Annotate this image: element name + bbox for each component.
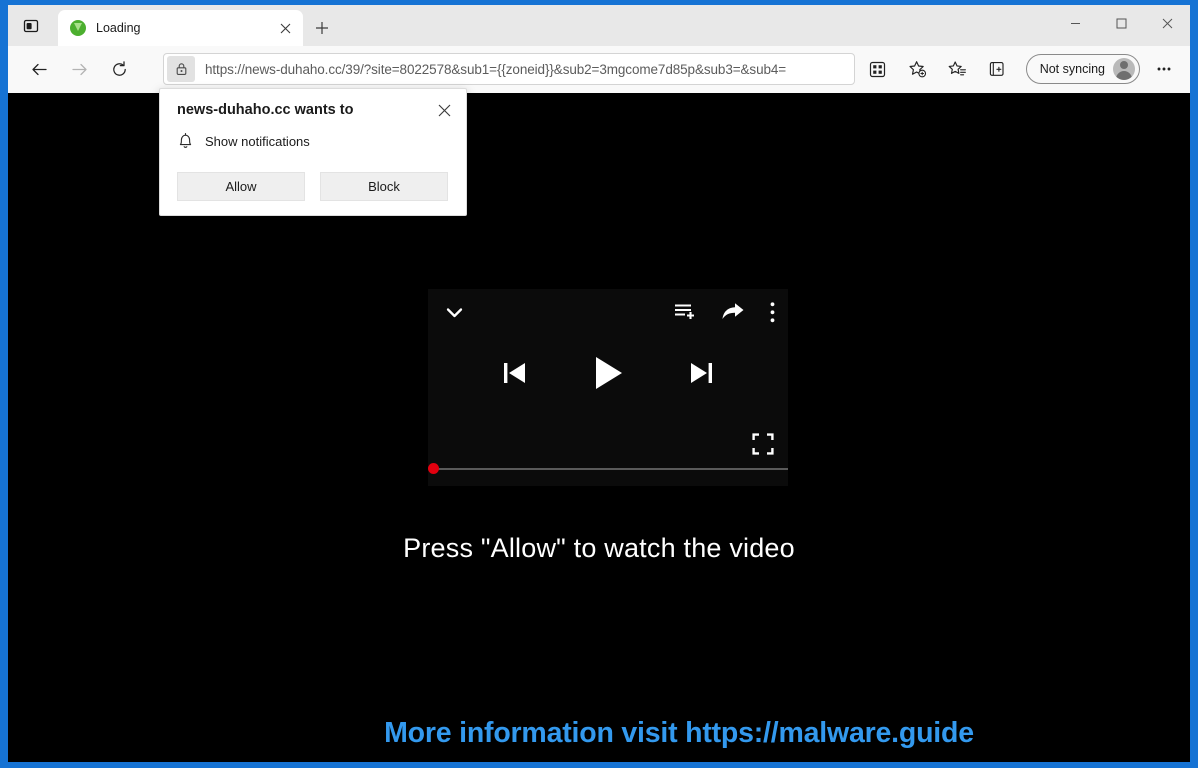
forward-button[interactable] bbox=[62, 53, 96, 87]
player-transport-controls bbox=[428, 355, 788, 391]
queue-plus-glyph bbox=[675, 304, 694, 319]
window-controls bbox=[1052, 5, 1190, 41]
player-progress-bar[interactable] bbox=[428, 462, 788, 476]
avatar bbox=[1113, 58, 1135, 80]
close-tab-icon[interactable] bbox=[273, 16, 297, 40]
close-window-icon bbox=[1162, 18, 1172, 28]
play-icon[interactable] bbox=[593, 355, 623, 391]
more-vertical-icon[interactable] bbox=[769, 301, 776, 324]
ellipsis-vertical-glyph bbox=[770, 301, 775, 322]
bell-icon bbox=[179, 133, 192, 148]
fullscreen-icon[interactable] bbox=[752, 433, 774, 460]
previous-track-icon[interactable] bbox=[502, 359, 527, 387]
url-text[interactable]: https://news-duhaho.cc/39/?site=8022578&… bbox=[205, 62, 786, 77]
close-popup-glyph bbox=[438, 104, 450, 116]
favorites-icon[interactable] bbox=[941, 52, 975, 86]
toolbar-right-icons: Not syncing bbox=[858, 52, 1184, 86]
add-favorite-icon[interactable] bbox=[901, 52, 935, 86]
chevron-down-icon[interactable] bbox=[442, 300, 467, 325]
minimize-icon bbox=[1070, 22, 1080, 24]
back-button[interactable] bbox=[22, 53, 56, 87]
browser-window: Loading https://news-duhaho.cc/39/?site=… bbox=[8, 5, 1190, 762]
tab-strip: Loading bbox=[8, 5, 1190, 46]
forward-arrow-icon bbox=[71, 63, 87, 76]
collections-glyph bbox=[990, 61, 1004, 76]
tab-actions-icon[interactable] bbox=[15, 12, 47, 40]
share-arrow-glyph bbox=[722, 303, 744, 319]
plus-glyph bbox=[316, 22, 328, 34]
allow-button[interactable]: Allow bbox=[177, 172, 305, 201]
profile-label: Not syncing bbox=[1039, 62, 1105, 76]
page-headline: Press "Allow" to watch the video bbox=[403, 533, 795, 563]
refresh-button[interactable] bbox=[102, 53, 136, 87]
star-plus-glyph bbox=[909, 60, 927, 77]
notification-permission-popup: news-duhaho.cc wants to Show notificatio… bbox=[159, 88, 467, 216]
close-window-button[interactable] bbox=[1144, 5, 1190, 41]
collections-icon[interactable] bbox=[981, 52, 1015, 86]
profile-button[interactable]: Not syncing bbox=[1025, 54, 1140, 84]
address-bar[interactable]: https://news-duhaho.cc/39/?site=8022578&… bbox=[163, 53, 855, 85]
fullscreen-glyph bbox=[752, 433, 774, 455]
permission-request-row: Show notifications bbox=[177, 132, 310, 150]
qr-grid-glyph bbox=[870, 61, 886, 77]
settings-and-more-button[interactable] bbox=[1147, 52, 1181, 86]
blue-desktop-background: Loading https://news-duhaho.cc/39/?site=… bbox=[0, 0, 1198, 768]
chevron-down-glyph bbox=[446, 307, 463, 317]
next-glyph bbox=[691, 363, 712, 383]
maximize-button[interactable] bbox=[1098, 5, 1144, 41]
close-glyph bbox=[280, 23, 290, 33]
site-security-icon[interactable] bbox=[167, 56, 195, 82]
refresh-icon bbox=[112, 61, 126, 76]
qr-grid-icon[interactable] bbox=[861, 52, 895, 86]
previous-glyph bbox=[504, 363, 525, 383]
permission-buttons: Allow Block bbox=[177, 172, 448, 201]
player-top-bar bbox=[428, 289, 788, 335]
play-triangle-glyph bbox=[596, 357, 622, 389]
browser-toolbar: https://news-duhaho.cc/39/?site=8022578&… bbox=[8, 46, 1190, 93]
block-button[interactable]: Block bbox=[320, 172, 448, 201]
maximize-icon bbox=[1116, 18, 1126, 28]
close-icon[interactable] bbox=[431, 97, 457, 123]
next-track-icon[interactable] bbox=[689, 359, 714, 387]
progress-handle[interactable] bbox=[428, 463, 439, 474]
tab-preview-glyph bbox=[23, 19, 39, 33]
page-footer-text: More information visit https://malware.g… bbox=[384, 717, 974, 749]
share-icon[interactable] bbox=[721, 302, 745, 322]
ellipsis-horizontal-icon bbox=[1157, 67, 1171, 71]
progress-track bbox=[431, 468, 788, 470]
star-lines-glyph bbox=[948, 60, 967, 75]
minimize-button[interactable] bbox=[1052, 5, 1098, 41]
add-to-queue-icon[interactable] bbox=[674, 302, 697, 322]
tab-favicon bbox=[70, 20, 86, 36]
tab-title: Loading bbox=[96, 21, 141, 35]
back-arrow-icon bbox=[31, 63, 47, 76]
browser-tab[interactable]: Loading bbox=[58, 10, 303, 46]
new-tab-icon[interactable] bbox=[308, 14, 336, 42]
permission-request-label: Show notifications bbox=[205, 133, 310, 149]
permission-title: news-duhaho.cc wants to bbox=[177, 102, 354, 118]
video-player[interactable] bbox=[428, 289, 788, 486]
player-actions bbox=[674, 301, 776, 324]
padlock-icon bbox=[176, 63, 186, 75]
